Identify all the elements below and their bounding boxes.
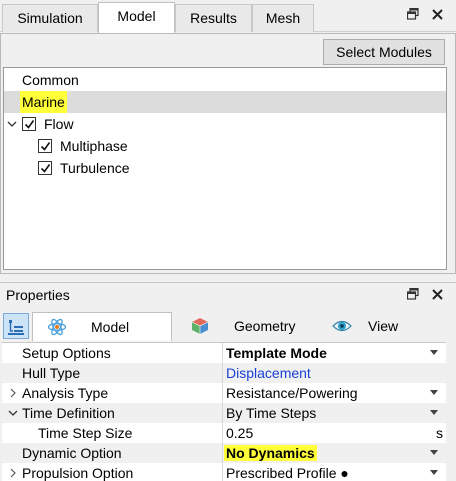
float-window-icon [406,7,419,20]
column-separator [222,383,223,403]
modules-content: Select Modules Common Marine Flow Multip… [0,33,456,274]
float-window-icon [406,287,419,300]
dropdown-arrow-icon[interactable] [430,350,438,355]
categorized-view-button[interactable] [3,313,29,339]
property-name: Setup Options [22,345,111,361]
properties-grid: Setup Options Template Mode Hull Type Di… [2,342,446,481]
eye-icon [332,320,352,332]
tree-item-turbulence[interactable]: Turbulence [4,157,446,179]
chevron-down-icon[interactable] [7,119,17,129]
tab-simulation[interactable]: Simulation [2,4,98,32]
property-name: Hull Type [22,365,81,381]
properties-panel: Properties Model Geometry View Setup Opt… [0,282,456,481]
close-properties-button[interactable] [428,287,446,305]
property-row-setup-options[interactable]: Setup Options Template Mode [2,343,446,363]
modules-panel: Simulation Model Results Mesh Select Mod… [0,0,456,274]
property-row-hull-type[interactable]: Hull Type Displacement [2,363,446,383]
tree-item-label: Marine [20,91,67,113]
chevron-down-icon[interactable] [8,408,18,418]
tree-item-multiphase[interactable]: Multiphase [4,135,446,157]
column-separator [222,343,223,363]
cube-icon [191,318,209,334]
tab-model[interactable]: Model [98,2,175,33]
checkmark-icon [40,142,51,151]
select-modules-button[interactable]: Select Modules [323,39,445,65]
property-row-propulsion-option[interactable]: Propulsion Option Prescribed Profile ● [2,463,446,481]
tab-view[interactable]: View [318,312,452,340]
column-separator [222,363,223,383]
column-separator [222,443,223,463]
dropdown-arrow-icon[interactable] [430,410,438,415]
close-icon [431,289,443,300]
float-panel-button[interactable] [404,7,422,25]
properties-title: Properties [6,287,70,303]
tree-item-label: Turbulence [60,160,130,176]
close-panel-button[interactable] [428,7,446,25]
property-name: Time Definition [22,405,115,421]
property-row-dynamic-option[interactable]: Dynamic Option No Dynamics [2,443,446,463]
panel-tabbar: Simulation Model Results Mesh [0,0,456,33]
tab-geometry[interactable]: Geometry [176,312,316,340]
atom-icon [47,318,67,336]
float-properties-button[interactable] [404,287,422,305]
tab-results[interactable]: Results [175,4,252,32]
property-value-highlight-wrap[interactable]: No Dynamics [224,443,317,463]
property-name: Time Step Size [38,425,133,441]
tree-item-common[interactable]: Common [4,69,446,91]
dropdown-arrow-icon[interactable] [430,450,438,455]
multiphase-checkbox[interactable] [38,139,52,153]
tab-label: Geometry [234,318,296,334]
checkmark-icon [40,164,51,173]
modules-tree: Common Marine Flow Multiphase Turbulence [3,67,447,270]
property-value: No Dynamics [224,445,317,461]
categorized-icon [8,320,24,335]
dropdown-arrow-icon[interactable] [430,390,438,395]
flow-checkbox[interactable] [22,117,36,131]
tree-item-label: Multiphase [60,138,128,154]
property-name: Dynamic Option [22,445,122,461]
tree-item-label: Common [22,72,79,88]
turbulence-checkbox[interactable] [38,161,52,175]
property-value[interactable]: Prescribed Profile ● [226,463,349,481]
dropdown-arrow-icon[interactable] [430,470,438,475]
property-value[interactable]: 0.25 [226,423,253,443]
property-value[interactable]: By Time Steps [226,403,316,423]
chevron-right-icon[interactable] [8,468,18,478]
chevron-right-icon[interactable] [8,388,18,398]
property-name: Analysis Type [22,385,109,401]
checkmark-icon [24,120,35,129]
property-unit: s [436,425,443,441]
property-value[interactable]: Displacement [226,363,311,383]
tab-label: Model [91,319,130,335]
tab-model-properties[interactable]: Model [32,312,172,341]
property-row-time-step-size[interactable]: Time Step Size 0.25 s [2,423,446,443]
property-value[interactable]: Template Mode [226,343,327,363]
properties-tabbar: Model Geometry View [0,310,456,341]
column-separator [222,463,223,481]
tree-item-flow[interactable]: Flow [4,113,446,135]
property-value[interactable]: Resistance/Powering [226,383,358,403]
properties-header: Properties [0,282,456,308]
tab-mesh[interactable]: Mesh [252,4,314,32]
column-separator [222,423,223,443]
tree-item-marine[interactable]: Marine [4,91,446,113]
tree-item-label: Flow [44,116,74,132]
tab-label: View [368,318,399,334]
property-name: Propulsion Option [22,465,134,481]
property-row-analysis-type[interactable]: Analysis Type Resistance/Powering [2,383,446,403]
property-row-time-definition[interactable]: Time Definition By Time Steps [2,403,446,423]
close-icon [431,9,443,20]
column-separator [222,403,223,423]
